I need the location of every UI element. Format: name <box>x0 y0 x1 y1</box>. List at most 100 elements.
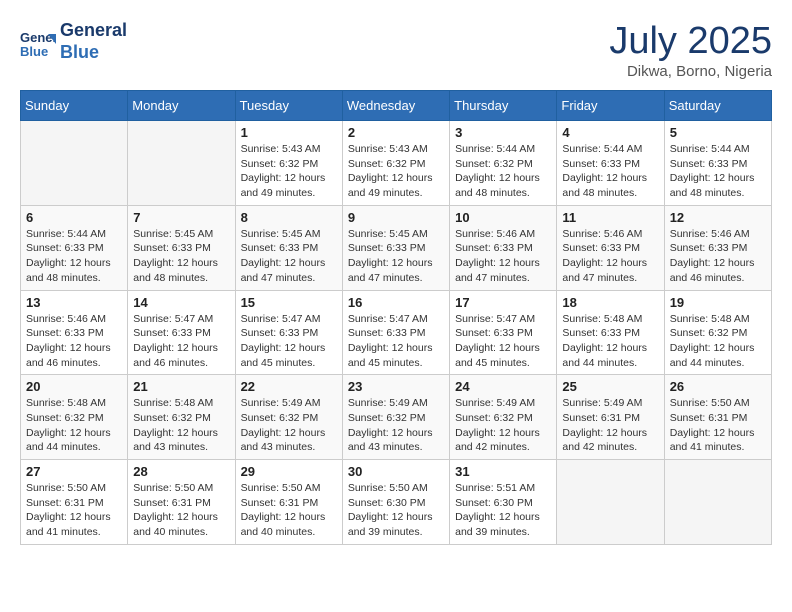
day-info: Sunrise: 5:49 AM Sunset: 6:32 PM Dayligh… <box>455 396 551 455</box>
day-info: Sunrise: 5:48 AM Sunset: 6:32 PM Dayligh… <box>670 312 766 371</box>
calendar-cell: 24 Sunrise: 5:49 AM Sunset: 6:32 PM Dayli… <box>450 375 557 460</box>
calendar-cell: 20 Sunrise: 5:48 AM Sunset: 6:32 PM Dayli… <box>21 375 128 460</box>
day-number: 24 <box>455 379 551 394</box>
day-number: 4 <box>562 125 658 140</box>
weekday-header-saturday: Saturday <box>664 91 771 121</box>
calendar-cell: 30Sunrise: 5:50 AM Sunset: 6:30 PM Dayli… <box>342 460 449 545</box>
calendar-cell <box>128 121 235 206</box>
calendar-cell: 23Sunrise: 5:49 AM Sunset: 6:32 PM Dayli… <box>342 375 449 460</box>
day-info: Sunrise: 5:49 AM Sunset: 6:32 PM Dayligh… <box>348 396 444 455</box>
calendar-cell: 22 Sunrise: 5:49 AM Sunset: 6:32 PM Dayli… <box>235 375 342 460</box>
day-info: Sunrise: 5:50 AM Sunset: 6:31 PM Dayligh… <box>241 481 337 540</box>
day-number: 22 <box>241 379 337 394</box>
weekday-header-thursday: Thursday <box>450 91 557 121</box>
calendar-cell: 29 Sunrise: 5:50 AM Sunset: 6:31 PM Dayli… <box>235 460 342 545</box>
day-info: Sunrise: 5:47 AM Sunset: 6:33 PM Dayligh… <box>348 312 444 371</box>
day-number: 25 <box>562 379 658 394</box>
day-info: Sunrise: 5:44 AM Sunset: 6:33 PM Dayligh… <box>670 142 766 201</box>
calendar-cell <box>664 460 771 545</box>
day-info: Sunrise: 5:47 AM Sunset: 6:33 PM Dayligh… <box>133 312 229 371</box>
day-info: Sunrise: 5:46 AM Sunset: 6:33 PM Dayligh… <box>562 227 658 286</box>
calendar-cell: 4 Sunrise: 5:44 AM Sunset: 6:33 PM Daylig… <box>557 121 664 206</box>
week-row-5: 27 Sunrise: 5:50 AM Sunset: 6:31 PM Dayli… <box>21 460 772 545</box>
day-info: Sunrise: 5:49 AM Sunset: 6:32 PM Dayligh… <box>241 396 337 455</box>
week-row-1: 1 Sunrise: 5:43 AM Sunset: 6:32 PM Daylig… <box>21 121 772 206</box>
month-title: July 2025 <box>609 20 772 63</box>
calendar-cell: 26 Sunrise: 5:50 AM Sunset: 6:31 PM Dayli… <box>664 375 771 460</box>
day-number: 12 <box>670 210 766 225</box>
weekday-header-sunday: Sunday <box>21 91 128 121</box>
day-number: 3 <box>455 125 551 140</box>
calendar-cell: 31 Sunrise: 5:51 AM Sunset: 6:30 PM Dayli… <box>450 460 557 545</box>
calendar-cell: 12Sunrise: 5:46 AM Sunset: 6:33 PM Dayli… <box>664 205 771 290</box>
day-info: Sunrise: 5:46 AM Sunset: 6:33 PM Dayligh… <box>26 312 122 371</box>
location-subtitle: Dikwa, Borno, Nigeria <box>609 63 772 80</box>
logo: General Blue General Blue <box>20 20 127 63</box>
day-info: Sunrise: 5:51 AM Sunset: 6:30 PM Dayligh… <box>455 481 551 540</box>
svg-text:Blue: Blue <box>20 44 48 59</box>
week-row-2: 6Sunrise: 5:44 AM Sunset: 6:33 PM Daylig… <box>21 205 772 290</box>
day-info: Sunrise: 5:43 AM Sunset: 6:32 PM Dayligh… <box>348 142 444 201</box>
logo-text-general: General <box>60 20 127 42</box>
day-number: 14 <box>133 295 229 310</box>
day-number: 19 <box>670 295 766 310</box>
day-info: Sunrise: 5:48 AM Sunset: 6:32 PM Dayligh… <box>26 396 122 455</box>
weekday-header-tuesday: Tuesday <box>235 91 342 121</box>
day-number: 15 <box>241 295 337 310</box>
weekday-row: SundayMondayTuesdayWednesdayThursdayFrid… <box>21 91 772 121</box>
day-info: Sunrise: 5:44 AM Sunset: 6:33 PM Dayligh… <box>26 227 122 286</box>
day-info: Sunrise: 5:43 AM Sunset: 6:32 PM Dayligh… <box>241 142 337 201</box>
calendar-cell: 8Sunrise: 5:45 AM Sunset: 6:33 PM Daylig… <box>235 205 342 290</box>
calendar-cell <box>21 121 128 206</box>
calendar-table: SundayMondayTuesdayWednesdayThursdayFrid… <box>20 90 772 545</box>
day-number: 13 <box>26 295 122 310</box>
day-info: Sunrise: 5:44 AM Sunset: 6:32 PM Dayligh… <box>455 142 551 201</box>
week-row-4: 20 Sunrise: 5:48 AM Sunset: 6:32 PM Dayli… <box>21 375 772 460</box>
calendar-cell: 14 Sunrise: 5:47 AM Sunset: 6:33 PM Dayli… <box>128 290 235 375</box>
calendar-cell: 9 Sunrise: 5:45 AM Sunset: 6:33 PM Daylig… <box>342 205 449 290</box>
day-info: Sunrise: 5:45 AM Sunset: 6:33 PM Dayligh… <box>348 227 444 286</box>
logo-text-blue: Blue <box>60 42 127 64</box>
day-number: 28 <box>133 464 229 479</box>
calendar-cell: 17Sunrise: 5:47 AM Sunset: 6:33 PM Dayli… <box>450 290 557 375</box>
day-number: 10 <box>455 210 551 225</box>
calendar-header: SundayMondayTuesdayWednesdayThursdayFrid… <box>21 91 772 121</box>
day-info: Sunrise: 5:44 AM Sunset: 6:33 PM Dayligh… <box>562 142 658 201</box>
page-header: General Blue General Blue July 2025 Dikw… <box>20 20 772 80</box>
day-number: 8 <box>241 210 337 225</box>
calendar-cell: 7 Sunrise: 5:45 AM Sunset: 6:33 PM Daylig… <box>128 205 235 290</box>
day-info: Sunrise: 5:48 AM Sunset: 6:32 PM Dayligh… <box>133 396 229 455</box>
calendar-cell: 2Sunrise: 5:43 AM Sunset: 6:32 PM Daylig… <box>342 121 449 206</box>
day-info: Sunrise: 5:50 AM Sunset: 6:31 PM Dayligh… <box>26 481 122 540</box>
day-number: 16 <box>348 295 444 310</box>
day-info: Sunrise: 5:47 AM Sunset: 6:33 PM Dayligh… <box>241 312 337 371</box>
day-number: 29 <box>241 464 337 479</box>
day-number: 26 <box>670 379 766 394</box>
day-number: 11 <box>562 210 658 225</box>
title-block: July 2025 Dikwa, Borno, Nigeria <box>609 20 772 80</box>
day-number: 20 <box>26 379 122 394</box>
day-number: 27 <box>26 464 122 479</box>
calendar-cell: 13 Sunrise: 5:46 AM Sunset: 6:33 PM Dayli… <box>21 290 128 375</box>
calendar-cell: 11 Sunrise: 5:46 AM Sunset: 6:33 PM Dayli… <box>557 205 664 290</box>
calendar-cell: 21 Sunrise: 5:48 AM Sunset: 6:32 PM Dayli… <box>128 375 235 460</box>
day-number: 31 <box>455 464 551 479</box>
week-row-3: 13 Sunrise: 5:46 AM Sunset: 6:33 PM Dayli… <box>21 290 772 375</box>
calendar-cell: 1 Sunrise: 5:43 AM Sunset: 6:32 PM Daylig… <box>235 121 342 206</box>
day-number: 21 <box>133 379 229 394</box>
calendar-cell: 18 Sunrise: 5:48 AM Sunset: 6:33 PM Dayli… <box>557 290 664 375</box>
day-info: Sunrise: 5:46 AM Sunset: 6:33 PM Dayligh… <box>455 227 551 286</box>
calendar-cell: 27 Sunrise: 5:50 AM Sunset: 6:31 PM Dayli… <box>21 460 128 545</box>
day-info: Sunrise: 5:50 AM Sunset: 6:31 PM Dayligh… <box>670 396 766 455</box>
day-info: Sunrise: 5:50 AM Sunset: 6:31 PM Dayligh… <box>133 481 229 540</box>
day-number: 9 <box>348 210 444 225</box>
day-number: 18 <box>562 295 658 310</box>
day-number: 7 <box>133 210 229 225</box>
calendar-cell: 15 Sunrise: 5:47 AM Sunset: 6:33 PM Dayli… <box>235 290 342 375</box>
calendar-body: 1 Sunrise: 5:43 AM Sunset: 6:32 PM Daylig… <box>21 121 772 545</box>
day-number: 1 <box>241 125 337 140</box>
logo-icon: General Blue <box>20 24 56 60</box>
day-info: Sunrise: 5:50 AM Sunset: 6:30 PM Dayligh… <box>348 481 444 540</box>
day-info: Sunrise: 5:48 AM Sunset: 6:33 PM Dayligh… <box>562 312 658 371</box>
day-info: Sunrise: 5:45 AM Sunset: 6:33 PM Dayligh… <box>133 227 229 286</box>
